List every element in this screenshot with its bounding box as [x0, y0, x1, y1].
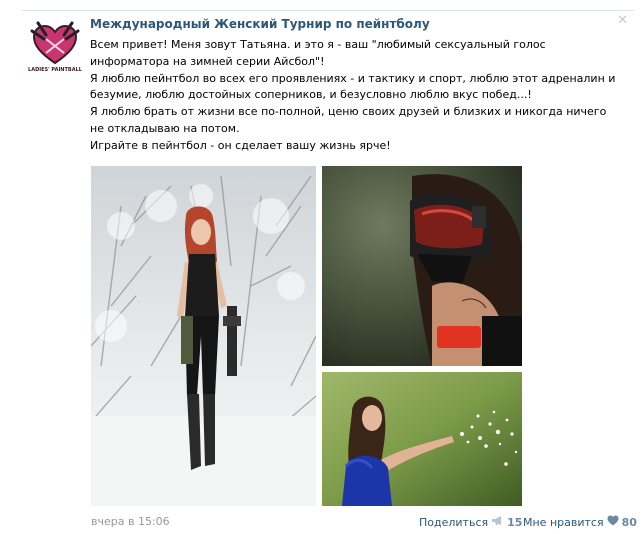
divider — [22, 10, 634, 11]
share-count: 15 — [507, 515, 523, 529]
ladies-paintball-logo: LADIES' PAINTBALL — [26, 17, 84, 75]
photo-woman-snow[interactable] — [91, 166, 316, 506]
photo-paintball-mask[interactable] — [322, 166, 522, 366]
close-icon[interactable]: ✕ — [617, 14, 628, 27]
like-label: Мне нравится — [523, 515, 604, 529]
heart-icon — [607, 515, 619, 529]
post-paragraph: Я люблю пейнтбол во всех его проявлениях… — [90, 71, 616, 102]
megaphone-icon — [491, 515, 504, 529]
post-paragraph: Играйте в пейнтбол - он сделает вашу жиз… — [90, 138, 391, 152]
wall-post: LADIES' PAINTBALL Международный Женский … — [0, 0, 641, 534]
post-text: Всем привет! Меня зовут Татьяна. и это я… — [90, 37, 620, 155]
svg-text:LADIES' PAINTBALL: LADIES' PAINTBALL — [28, 67, 83, 73]
post-paragraph: Всем привет! Меня зовут Татьяна. и это я… — [90, 38, 546, 68]
share-button[interactable]: Поделиться 15 — [419, 515, 522, 529]
photo-woman-blowing-snow[interactable] — [322, 372, 522, 506]
like-button[interactable]: Мне нравится 80 — [523, 515, 637, 529]
post-author-link[interactable]: Международный Женский Турнир по пейнтбол… — [90, 17, 430, 31]
post-paragraph: Я люблю брать от жизни все по-полной, це… — [90, 105, 607, 135]
like-count: 80 — [621, 515, 637, 529]
share-label: Поделиться — [419, 515, 489, 529]
post-date-link[interactable]: вчера в 15:06 — [91, 515, 170, 528]
group-avatar[interactable]: LADIES' PAINTBALL — [26, 17, 84, 75]
